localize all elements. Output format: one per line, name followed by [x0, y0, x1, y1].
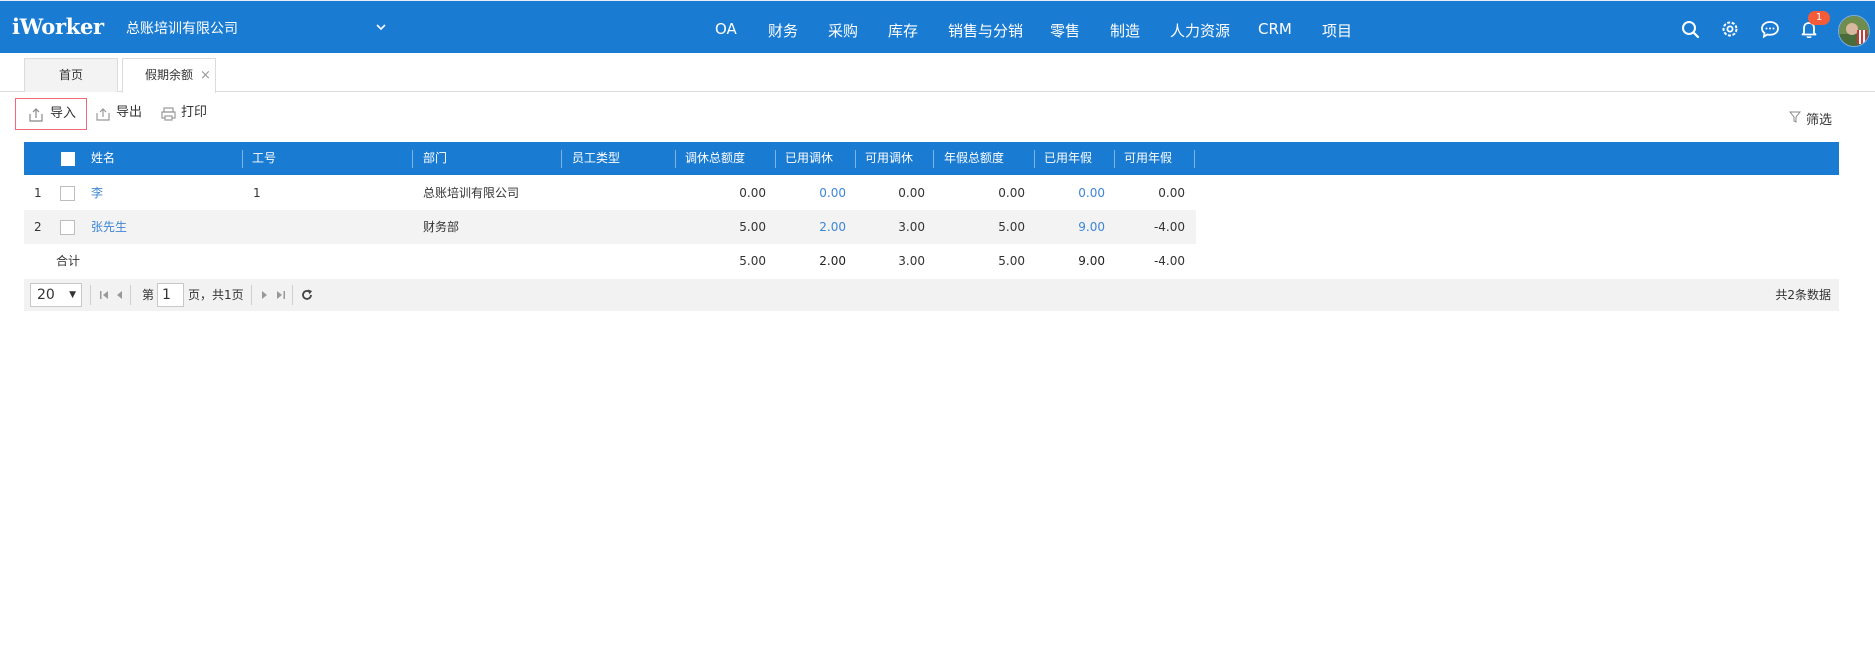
filter-label: 筛选 — [1806, 113, 1833, 128]
nav-item-purchase[interactable]: 采购 — [828, 20, 858, 41]
import-icon — [29, 108, 43, 122]
caret-down-icon: ▼ — [69, 290, 76, 300]
export-label: 导出 — [116, 105, 143, 120]
page-size-value: 20 — [37, 287, 55, 303]
nav-item-oa[interactable]: OA — [715, 20, 737, 38]
comp-total-cell: 0.00 — [739, 186, 766, 200]
comp-avail-cell: 0.00 — [898, 186, 925, 200]
import-label: 导入 — [50, 106, 77, 121]
total-annual-used: 9.00 — [1078, 254, 1105, 268]
refresh-icon[interactable] — [300, 288, 314, 302]
tab-home-label: 首页 — [58, 68, 83, 82]
nav-item-crm[interactable]: CRM — [1258, 20, 1292, 38]
table-header: 姓名 工号 部门 员工类型 调休总额度 已用调休 可用调休 年假总额度 已用年假… — [24, 142, 1839, 175]
export-button[interactable]: 导出 — [96, 98, 156, 130]
avatar[interactable] — [1838, 15, 1870, 47]
page-prefix: 第 — [142, 288, 155, 302]
nav-item-inventory[interactable]: 库存 — [888, 20, 918, 41]
column-header-emp-type[interactable]: 员工类型 — [572, 142, 620, 175]
select-all-checkbox[interactable] — [61, 152, 75, 166]
company-selector-label[interactable]: 总账培训有限公司 — [126, 18, 238, 38]
print-label: 打印 — [181, 105, 208, 120]
row-index: 2 — [34, 220, 42, 234]
page-suffix: 页，共1页 — [188, 288, 244, 302]
tab-leave-balance[interactable]: 假期余额 × — [122, 58, 216, 93]
employee-name-link[interactable]: 李 — [91, 176, 103, 210]
total-annual-total: 5.00 — [998, 254, 1025, 268]
chat-icon[interactable] — [1759, 18, 1781, 40]
column-header-dept[interactable]: 部门 — [423, 142, 447, 175]
print-button[interactable]: 打印 — [161, 98, 221, 130]
nav-item-manufacturing[interactable]: 制造 — [1110, 20, 1140, 41]
employee-name-link[interactable]: 张先生 — [91, 210, 127, 244]
annual-total-cell: 5.00 — [998, 220, 1025, 234]
comp-used-link[interactable]: 0.00 — [775, 176, 846, 210]
comp-used-link[interactable]: 2.00 — [775, 210, 846, 244]
column-header-name[interactable]: 姓名 — [91, 142, 115, 175]
dept-cell: 总账培训有限公司 — [423, 186, 520, 200]
column-header-comp-avail[interactable]: 可用调休 — [865, 142, 913, 175]
search-icon[interactable] — [1679, 18, 1701, 40]
chevron-down-icon[interactable] — [374, 20, 388, 34]
tab-home[interactable]: 首页 — [24, 58, 118, 92]
last-page-icon[interactable] — [274, 288, 288, 302]
nav-item-project[interactable]: 项目 — [1322, 20, 1352, 41]
close-icon[interactable]: × — [200, 59, 211, 92]
next-page-icon[interactable] — [258, 288, 272, 302]
annual-used-link[interactable]: 0.00 — [1034, 176, 1105, 210]
table-total-row: 合计 5.00 2.00 3.00 5.00 9.00 -4.00 — [24, 244, 1196, 278]
nav-item-retail[interactable]: 零售 — [1050, 20, 1080, 41]
top-bar: iWorker 总账培训有限公司 OA 财务 采购 库存 销售与分销 零售 制造… — [0, 0, 1875, 53]
import-button[interactable]: 导入 — [15, 98, 87, 130]
printer-icon — [161, 107, 176, 121]
nav-item-finance[interactable]: 财务 — [768, 20, 798, 41]
emp-no-cell: 1 — [253, 186, 261, 200]
first-page-icon[interactable] — [97, 288, 111, 302]
nav-item-hr[interactable]: 人力资源 — [1170, 20, 1230, 41]
column-header-emp-no[interactable]: 工号 — [252, 142, 276, 175]
column-header-comp-total[interactable]: 调休总额度 — [685, 142, 745, 175]
comp-avail-cell: 3.00 — [898, 220, 925, 234]
column-header-annual-total[interactable]: 年假总额度 — [944, 142, 1004, 175]
filter-icon — [1789, 111, 1801, 123]
total-label: 合计 — [56, 254, 81, 268]
annual-total-cell: 0.00 — [998, 186, 1025, 200]
notification-badge: 1 — [1808, 11, 1830, 25]
nav-item-sales[interactable]: 销售与分销 — [948, 20, 1023, 41]
tab-bar: 首页 假期余额 × — [0, 53, 1875, 93]
column-header-comp-used[interactable]: 已用调休 — [785, 142, 833, 175]
page-number-input[interactable]: 1 — [157, 283, 184, 307]
table-row[interactable]: 1 李 1 总账培训有限公司 0.00 0.00 0.00 0.00 0.00 … — [24, 176, 1196, 210]
row-checkbox[interactable] — [60, 186, 75, 201]
row-checkbox[interactable] — [60, 220, 75, 235]
page-size-select[interactable]: 20 ▼ — [30, 283, 82, 307]
column-header-annual-avail[interactable]: 可用年假 — [1124, 142, 1172, 175]
table-row[interactable]: 2 张先生 财务部 5.00 2.00 3.00 5.00 9.00 -4.00 — [24, 210, 1196, 244]
app-logo[interactable]: iWorker — [12, 14, 104, 39]
gear-icon[interactable] — [1719, 18, 1741, 40]
dept-cell: 财务部 — [423, 220, 460, 234]
total-comp-used: 2.00 — [819, 254, 846, 268]
annual-avail-cell: 0.00 — [1158, 186, 1185, 200]
annual-avail-cell: -4.00 — [1153, 220, 1185, 234]
total-records: 共2条数据 — [1775, 288, 1831, 302]
export-icon — [96, 108, 110, 121]
comp-total-cell: 5.00 — [739, 220, 766, 234]
total-comp-avail: 3.00 — [898, 254, 925, 268]
total-annual-avail: -4.00 — [1153, 254, 1185, 268]
total-comp-total: 5.00 — [739, 254, 766, 268]
row-index: 1 — [34, 186, 42, 200]
annual-used-link[interactable]: 9.00 — [1034, 210, 1105, 244]
prev-page-icon[interactable] — [112, 288, 126, 302]
pagination-bar: 20 ▼ 第 1 页，共1页 共2条数据 — [24, 279, 1839, 311]
column-header-annual-used[interactable]: 已用年假 — [1044, 142, 1092, 175]
tab-leave-balance-label: 假期余额 — [144, 68, 193, 82]
